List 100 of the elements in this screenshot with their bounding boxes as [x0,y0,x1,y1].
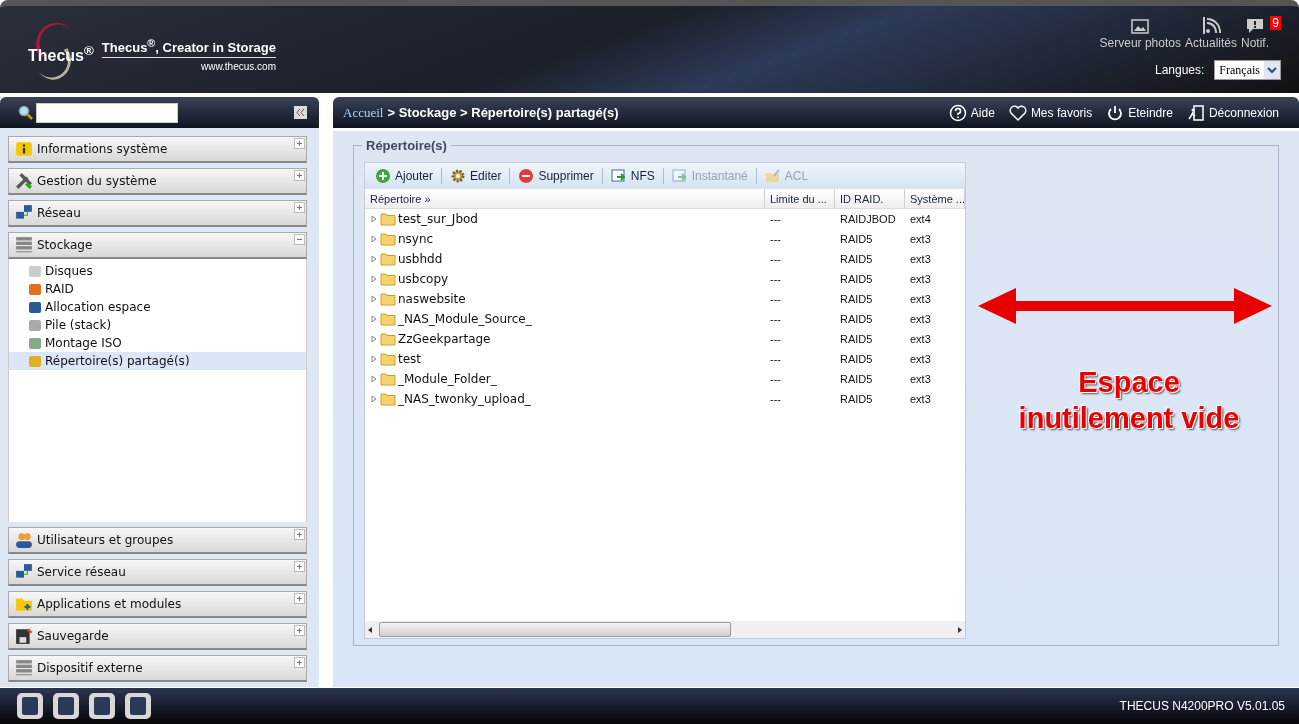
toolbar-link[interactable]: Aide [948,103,995,122]
sidebar-section[interactable]: Applications et modules [8,591,307,618]
folder-icon [380,352,396,366]
expand-triangle-icon[interactable] [370,315,378,323]
table-cell-text: RAID5 [839,293,874,305]
table-cell-text: ext3 [909,273,932,285]
table-cell-text: --- [769,373,782,385]
toolbar-button[interactable]: NFS [606,168,659,184]
minus-icon [294,234,305,245]
sidebar-section[interactable]: Utilisateurs et groupes [8,527,307,554]
help-icon [948,103,967,122]
search-icon [18,104,34,121]
speech-bubble-icon [1245,16,1265,36]
toolbar-link[interactable]: Mes favoris [1008,103,1093,122]
horizontal-scrollbar[interactable] [365,621,965,638]
header-shortcut[interactable]: Notif. 9 [1241,16,1281,50]
expand-triangle-icon[interactable] [370,275,378,283]
expand-triangle-icon[interactable] [370,215,378,223]
annotation-text: Espace [1078,365,1180,400]
table-cell-text: ext3 [909,333,932,345]
table-cell-text: --- [769,233,782,245]
sidebar-item[interactable]: Allocation espace [9,298,306,316]
column-header[interactable]: Limite du ... [765,189,835,208]
plus-icon [294,561,305,572]
item-icon [27,281,43,297]
folder-name: _NAS_twonky_upload_ [398,392,531,406]
breadcrumb-path: > Stockage > Répertoire(s) partagé(s) [387,105,619,120]
table-cell-text: ext3 [909,293,932,305]
expand-triangle-icon[interactable] [370,295,378,303]
sidebar-section[interactable]: Réseau [8,200,307,227]
table-cell-text: --- [769,313,782,325]
sidebar-section[interactable]: Stockage [8,232,307,259]
table-cell-text: RAID5 [839,353,874,365]
table-cell-text: ext3 [909,393,932,405]
item-icon [27,335,43,351]
folder-name: _NAS_Module_Source_ [398,312,532,326]
sidebar-item[interactable]: RAID [9,280,306,298]
item-icon [27,353,43,369]
expand-triangle-icon[interactable] [370,335,378,343]
sidebar-section[interactable]: Gestion du système [8,168,307,195]
language-label: Langues: [1154,63,1205,77]
expand-triangle-icon[interactable] [370,355,378,363]
folder-name: test_sur_Jbod [398,212,478,226]
caret-icon[interactable] [1264,61,1280,79]
table-cell-text: --- [769,273,782,285]
fieldset-title: Répertoire(s) [362,138,451,153]
section-icon [15,204,33,222]
table-cell-text: RAID5 [839,313,874,325]
sidebar-item[interactable]: Répertoire(s) partagé(s) [9,352,306,370]
language-select[interactable]: Français [1214,60,1281,80]
sidebar-section[interactable]: Sauvegarde [8,623,307,650]
table-cell-text: ext3 [909,373,932,385]
table-cell-text: RAID5 [839,373,874,385]
table-cell-text: RAID5 [839,333,874,345]
item-icon [27,263,43,279]
section-icon [15,627,33,645]
expand-triangle-icon[interactable] [370,235,378,243]
folder-name: test [398,352,422,366]
section-icon [15,659,33,677]
sidebar-section[interactable]: Service réseau [8,559,307,586]
sidebar-item[interactable]: Pile (stack) [9,316,306,334]
column-header[interactable]: Système ... [905,189,965,208]
sidebar-item[interactable]: Disques [9,262,306,280]
toolbar-link[interactable]: Eteindre [1106,103,1173,122]
heart-icon [1008,103,1027,122]
folder-icon [380,392,396,406]
sidebar-section[interactable]: Dispositif externe [8,655,307,682]
website-url: www.thecus.com [200,61,276,73]
expand-triangle-icon[interactable] [370,375,378,383]
expand-triangle-icon[interactable] [370,255,378,263]
table-cell-text: --- [769,353,782,365]
exit-door-icon [1186,103,1205,122]
search-field[interactable] [36,102,178,123]
picture-icon [1130,16,1151,36]
folder-name: ZzGeekpartage [398,332,491,346]
header-shortcut[interactable]: Actualités [1184,16,1237,50]
table-cell-text: RAID5 [839,273,874,285]
gear-icon [450,168,467,184]
folder-icon [380,232,396,246]
table-cell-text: RAID5 [839,233,874,245]
table-cell-text: RAID5 [839,253,874,265]
collapse-button[interactable] [294,106,307,119]
breadcrumb-link[interactable]: Accueil [343,104,384,121]
folder-name: nsync [398,232,434,246]
expand-triangle-icon[interactable] [370,395,378,403]
sidebar-item[interactable]: Montage ISO [9,334,306,352]
toolbar-button[interactable]: Ajouter [371,168,438,184]
plus-icon [294,529,305,540]
table-cell-text: ext4 [909,213,932,225]
section-icon [15,531,33,549]
toolbar-link[interactable]: Déconnexion [1186,103,1279,122]
sidebar-section[interactable]: Informations système [8,136,307,163]
column-header[interactable]: ID RAID. [835,189,905,208]
toolbar-button[interactable]: Supprimer [514,168,598,184]
minus-circle-icon [518,168,535,184]
toolbar-button[interactable]: Editer [446,168,506,184]
column-header[interactable]: Répertoire » [365,189,765,208]
version-text: THECUS N4200PRO V5.01.05 [1119,699,1285,713]
header-shortcut[interactable]: Serveur photos [1099,16,1181,50]
table-cell-text: ext3 [909,313,932,325]
